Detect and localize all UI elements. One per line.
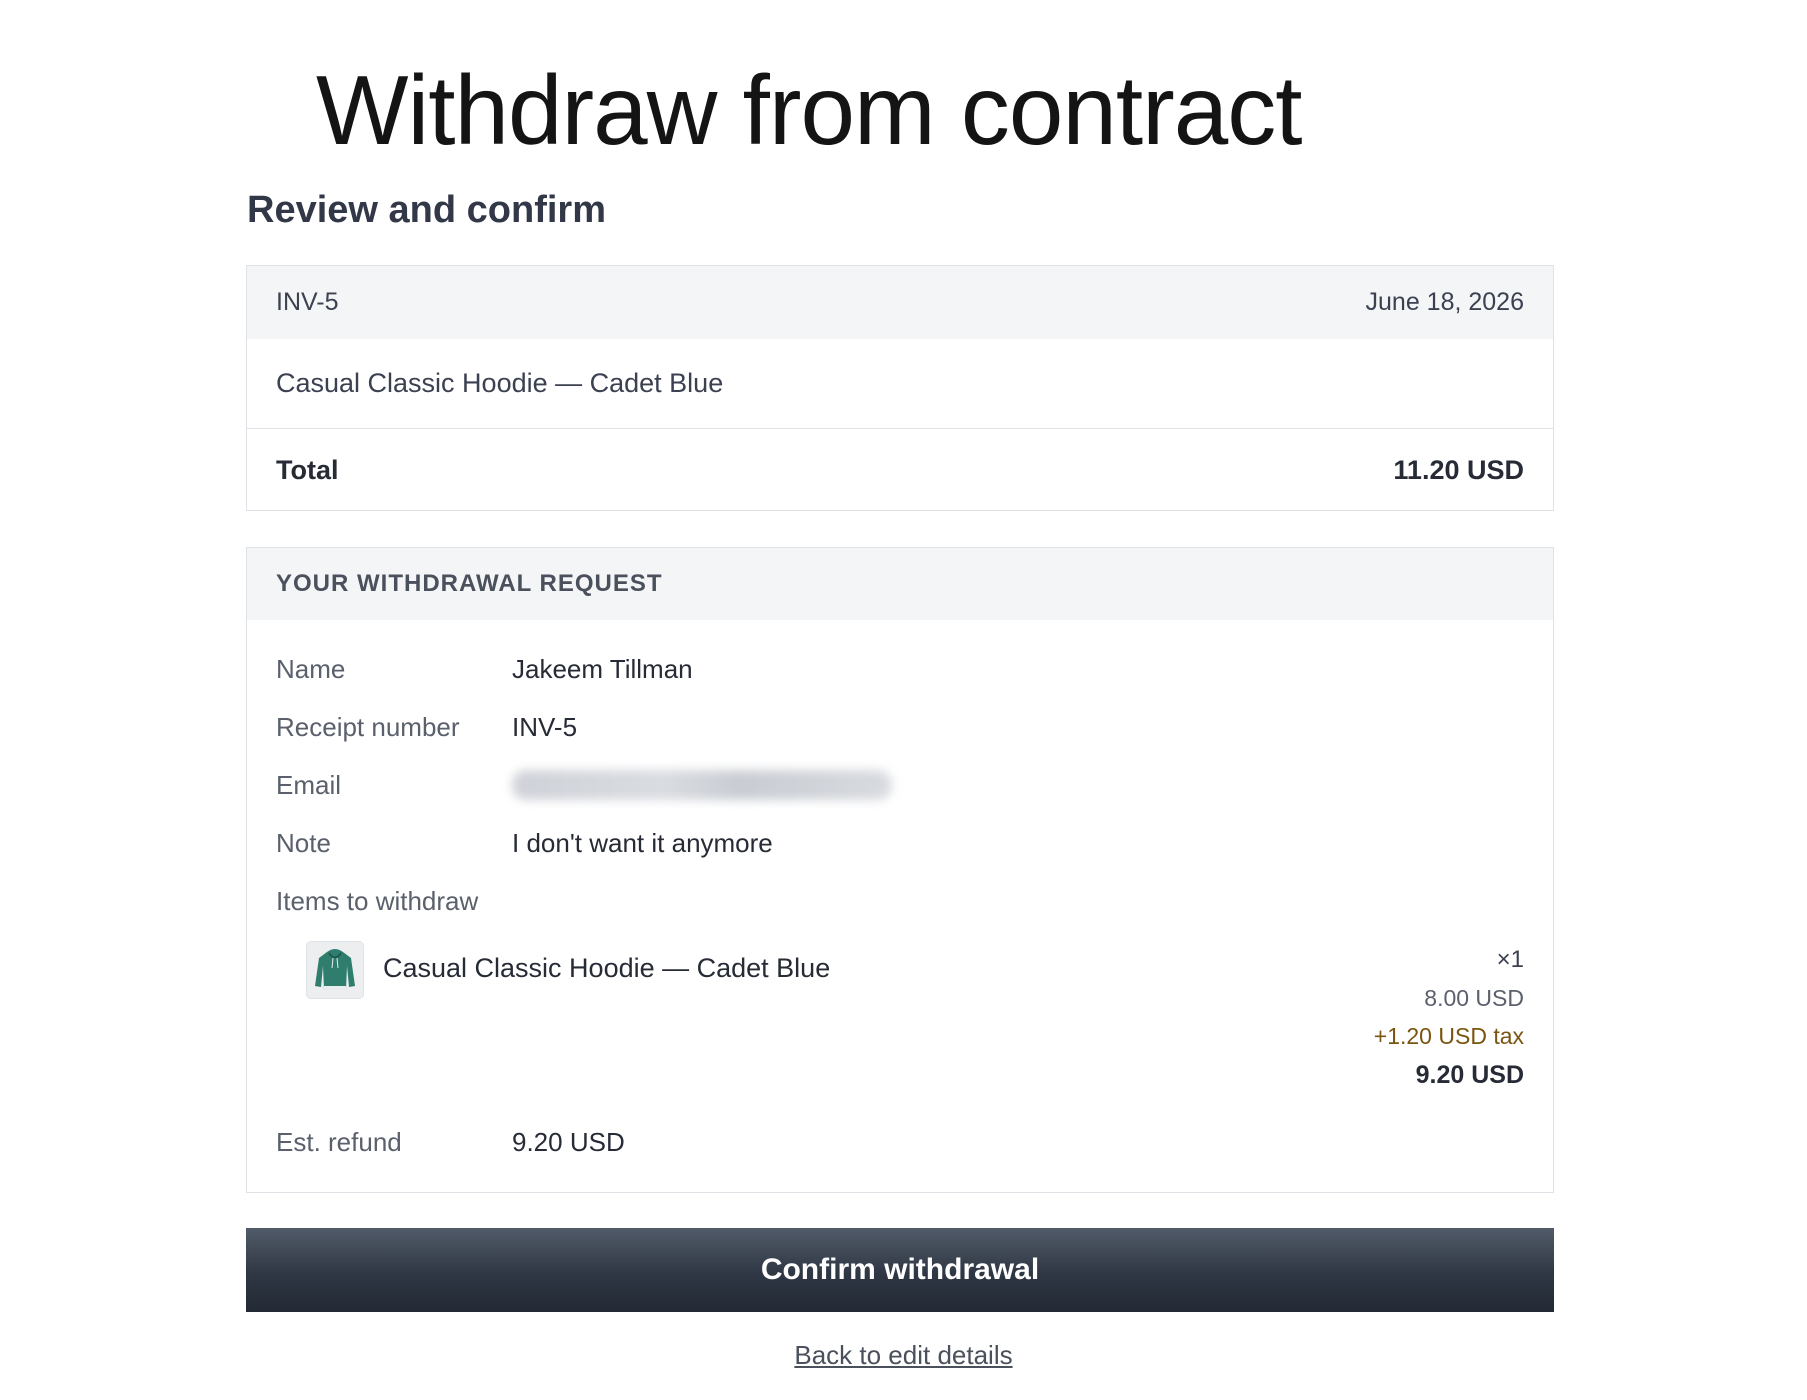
refund-value: 9.20 USD	[512, 1127, 625, 1157]
order-total-label: Total	[276, 454, 339, 485]
withdraw-item-prices: ×1 8.00 USD +1.20 USD tax 9.20 USD	[1374, 941, 1524, 1095]
email-value-redacted	[512, 768, 892, 808]
page-title: Withdraw from contract	[316, 55, 1302, 165]
order-product-name: Casual Classic Hoodie — Cadet Blue	[276, 368, 724, 398]
order-header: INV-5 June 18, 2026	[247, 266, 1553, 339]
item-line-total: 9.20 USD	[1415, 1061, 1524, 1089]
hoodie-icon	[306, 941, 364, 999]
order-date: June 18, 2026	[1365, 288, 1524, 316]
order-total-value: 11.20 USD	[1393, 454, 1524, 485]
receipt-label: Receipt number	[276, 712, 460, 742]
note-value: I don't want it anymore	[512, 828, 773, 858]
order-product-row: Casual Classic Hoodie — Cadet Blue	[247, 339, 1553, 429]
item-tax: +1.20 USD tax	[1373, 1023, 1524, 1049]
back-to-edit-link[interactable]: Back to edit details	[794, 1340, 1012, 1370]
receipt-value: INV-5	[512, 712, 578, 742]
order-summary-card: INV-5 June 18, 2026 Casual Classic Hoodi…	[246, 265, 1554, 511]
name-value: Jakeem Tillman	[512, 654, 693, 684]
order-total-row: Total 11.20 USD	[247, 430, 1553, 510]
withdraw-item-name: Casual Classic Hoodie — Cadet Blue	[383, 953, 831, 983]
items-label: Items to withdraw	[276, 886, 479, 916]
withdrawal-request-header: YOUR WITHDRAWAL REQUEST	[247, 548, 1553, 620]
item-unit-price: 8.00 USD	[1424, 985, 1524, 1011]
refund-label: Est. refund	[276, 1127, 402, 1157]
withdrawal-request-heading: YOUR WITHDRAWAL REQUEST	[276, 570, 663, 597]
confirm-withdrawal-button[interactable]: Confirm withdrawal	[246, 1228, 1554, 1312]
email-label: Email	[276, 770, 342, 800]
note-label: Note	[276, 828, 331, 858]
order-receipt-number: INV-5	[276, 288, 339, 316]
item-quantity: ×1	[1496, 946, 1524, 973]
withdrawal-request-card: YOUR WITHDRAWAL REQUEST Name Jakeem Till…	[246, 547, 1554, 1193]
back-link-row: Back to edit details	[0, 1340, 1807, 1371]
name-label: Name	[276, 654, 346, 684]
section-title: Review and confirm	[247, 189, 606, 231]
